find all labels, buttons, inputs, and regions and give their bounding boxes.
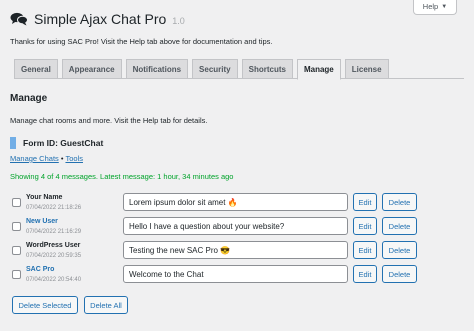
- delete-selected-button[interactable]: Delete Selected: [12, 296, 78, 314]
- edit-button[interactable]: Edit: [353, 193, 377, 211]
- page-header: Simple Ajax Chat Pro 1.0: [10, 10, 185, 27]
- tab-security[interactable]: Security: [192, 59, 238, 79]
- message-text-field[interactable]: Hello I have a question about your websi…: [123, 217, 348, 235]
- edit-button[interactable]: Edit: [353, 217, 377, 235]
- delete-button[interactable]: Delete: [382, 241, 417, 259]
- edit-button[interactable]: Edit: [353, 265, 377, 283]
- help-tab-label: Help: [422, 2, 439, 11]
- message-row: Your Name 07/04/2022 21:18:26 Lorem ipsu…: [12, 193, 464, 217]
- section-title: Manage: [10, 93, 48, 104]
- message-date: 07/04/2022 20:59:35: [26, 253, 82, 259]
- tab-shortcuts[interactable]: Shortcuts: [241, 59, 293, 79]
- page-title: Simple Ajax Chat Pro: [34, 11, 167, 27]
- message-user: Your Name: [26, 194, 63, 201]
- caret-down-icon: ▼: [441, 3, 448, 10]
- link-separator: •: [60, 154, 64, 163]
- message-user-link[interactable]: SAC Pro: [26, 266, 54, 273]
- tab-manage[interactable]: Manage: [296, 59, 341, 80]
- tab-license[interactable]: License: [344, 59, 389, 79]
- row-checkbox[interactable]: [12, 270, 21, 279]
- message-user-link[interactable]: New User: [26, 218, 58, 225]
- message-date: 07/04/2022 20:54:40: [26, 277, 82, 283]
- message-date: 07/04/2022 21:16:29: [26, 229, 82, 235]
- settings-tabs: General Appearance Notifications Securit…: [14, 59, 464, 80]
- form-id-label: Form ID: GuestChat: [23, 138, 104, 148]
- message-text-field[interactable]: Testing the new SAC Pro 😎: [123, 241, 348, 259]
- delete-button[interactable]: Delete: [382, 217, 417, 235]
- help-tab[interactable]: Help ▼: [413, 0, 457, 15]
- delete-button[interactable]: Delete: [382, 265, 417, 283]
- delete-all-button[interactable]: Delete All: [84, 296, 128, 314]
- section-description: Manage chat rooms and more. Visit the He…: [10, 116, 208, 125]
- manage-chats-link[interactable]: Manage Chats: [10, 154, 59, 163]
- form-id-marker: [10, 137, 16, 149]
- chat-bubbles-icon: [10, 12, 28, 26]
- tab-notifications[interactable]: Notifications: [125, 59, 189, 79]
- status-message: Showing 4 of 4 messages. Latest message:…: [10, 172, 234, 181]
- message-date: 07/04/2022 21:18:26: [26, 205, 82, 211]
- delete-button[interactable]: Delete: [382, 193, 417, 211]
- message-row: New User 07/04/2022 21:16:29 Hello I hav…: [12, 217, 464, 241]
- message-row: SAC Pro 07/04/2022 20:54:40 Welcome to t…: [12, 265, 464, 289]
- tab-appearance[interactable]: Appearance: [61, 59, 122, 79]
- manage-links: Manage Chats • Tools: [10, 154, 83, 163]
- tab-general[interactable]: General: [14, 59, 58, 79]
- intro-text: Thanks for using SAC Pro! Visit the Help…: [10, 37, 273, 46]
- form-id-heading: Form ID: GuestChat: [10, 137, 103, 149]
- edit-button[interactable]: Edit: [353, 241, 377, 259]
- row-checkbox[interactable]: [12, 198, 21, 207]
- message-row: WordPress User 07/04/2022 20:59:35 Testi…: [12, 241, 464, 265]
- row-checkbox[interactable]: [12, 246, 21, 255]
- tools-link[interactable]: Tools: [65, 154, 83, 163]
- row-checkbox[interactable]: [12, 222, 21, 231]
- version-badge: 1.0: [172, 16, 185, 26]
- message-user: WordPress User: [26, 242, 81, 249]
- message-text-field[interactable]: Welcome to the Chat: [123, 265, 348, 283]
- message-text-field[interactable]: Lorem ipsum dolor sit amet 🔥: [123, 193, 348, 211]
